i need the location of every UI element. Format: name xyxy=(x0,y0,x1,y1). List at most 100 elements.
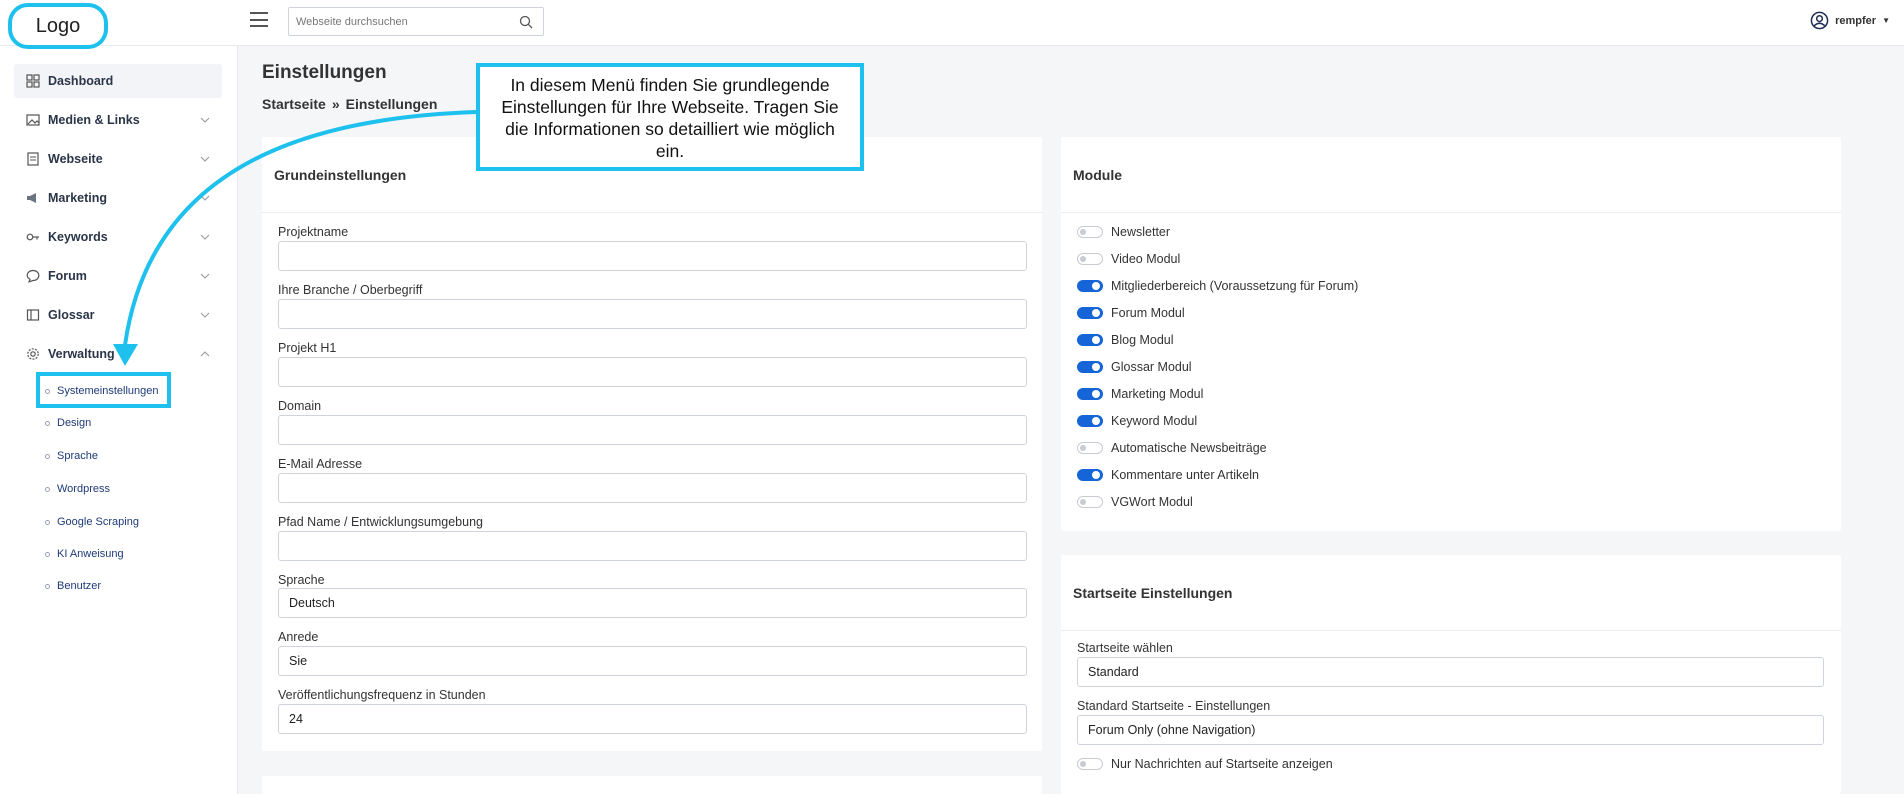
key-icon xyxy=(26,233,39,241)
bullet-icon xyxy=(45,583,50,589)
nur-nachrichten-toggle[interactable] xyxy=(1077,758,1103,770)
chat-icon xyxy=(26,269,40,283)
toggle-label: Glossar Modul xyxy=(1111,360,1192,374)
page-icon xyxy=(27,152,39,166)
sidebar-item-medien[interactable]: Medien & Links xyxy=(14,103,222,137)
toggle-label: VGWort Modul xyxy=(1111,495,1193,509)
toggle-label: Mitgliederbereich (Voraussetzung für For… xyxy=(1111,279,1359,293)
sidebar-subitem-label: Design xyxy=(57,417,92,429)
sidebar-item-label: Verwaltung xyxy=(48,347,115,361)
newsletter-toggle[interactable] xyxy=(1077,226,1103,238)
highlight-box xyxy=(36,372,171,408)
projekt-h1-input[interactable] xyxy=(278,357,1027,387)
sprache-select[interactable]: Deutsch xyxy=(278,588,1027,618)
sidebar-item-label: Dashboard xyxy=(48,74,114,88)
sidebar-item-forum[interactable]: Forum xyxy=(14,259,222,293)
user-avatar-icon xyxy=(1810,11,1829,30)
projektname-input[interactable] xyxy=(278,241,1027,271)
chevron-down-icon xyxy=(200,156,210,162)
vgwort-modul-toggle[interactable] xyxy=(1077,496,1103,508)
breadcrumb-link-startseite[interactable]: Startseite xyxy=(262,96,326,112)
search-icon[interactable] xyxy=(519,15,533,29)
domain-input[interactable] xyxy=(278,415,1027,445)
sidebar-item-glossar[interactable]: Glossar xyxy=(14,298,222,332)
sidebar-subitem-label: Sprache xyxy=(57,450,98,462)
field-label-projektname: Projektname xyxy=(278,225,349,239)
sidebar-item-verwaltung[interactable]: Verwaltung xyxy=(14,337,222,371)
keyword-modul-toggle[interactable] xyxy=(1077,415,1103,427)
sidebar-subitem-ki-anweisung[interactable]: KI Anweisung xyxy=(45,548,124,560)
sidebar-subitem-sprache[interactable]: Sprache xyxy=(45,450,98,462)
user-menu[interactable]: rempfer ▼ xyxy=(1810,11,1890,30)
logo[interactable]: Logo xyxy=(8,3,108,49)
callout-text: In diesem Menü finden Sie grundlegende E… xyxy=(501,75,839,161)
sidebar-item-label: Forum xyxy=(48,269,87,283)
blog-modul-toggle[interactable] xyxy=(1077,334,1103,346)
field-label-branche: Ihre Branche / Oberbegriff xyxy=(278,283,423,297)
sidebar: Dashboard Medien & Links Webseite Market… xyxy=(0,46,238,794)
page-title: Einstellungen xyxy=(262,62,387,83)
sidebar-subitem-label: Benutzer xyxy=(57,580,102,592)
frequenz-input[interactable]: 24 xyxy=(278,704,1027,734)
sidebar-subitem-label: Google Scraping xyxy=(57,516,139,528)
field-label-domain: Domain xyxy=(278,399,322,413)
mitgliederbereich-toggle[interactable] xyxy=(1077,280,1103,292)
standard-startseite-select[interactable]: Forum Only (ohne Navigation) xyxy=(1077,715,1824,745)
glossar-modul-toggle[interactable] xyxy=(1077,361,1103,373)
next-card xyxy=(262,776,1042,794)
field-label-startseite: Startseite wählen xyxy=(1077,641,1173,655)
user-name: rempfer xyxy=(1835,14,1877,27)
branche-input[interactable] xyxy=(278,299,1027,329)
chevron-down-icon xyxy=(200,117,210,123)
sidebar-item-marketing[interactable]: Marketing xyxy=(14,181,222,215)
toggle-row-mitgliederbereich: Mitgliederbereich (Voraussetzung für For… xyxy=(1077,279,1358,293)
sidebar-item-label: Glossar xyxy=(48,308,95,322)
sidebar-subitem-design[interactable]: Design xyxy=(45,417,91,429)
menu-toggle-icon[interactable] xyxy=(250,12,268,27)
image-icon xyxy=(26,114,40,126)
sidebar-item-keywords[interactable]: Keywords xyxy=(14,220,222,254)
chevron-down-icon xyxy=(200,273,210,279)
anrede-select[interactable]: Sie xyxy=(278,646,1027,676)
sidebar-subitem-wordpress[interactable]: Wordpress xyxy=(45,483,110,495)
toggle-row-newsbeitraege: Automatische Newsbeiträge xyxy=(1077,441,1267,455)
forum-modul-toggle[interactable] xyxy=(1077,307,1103,319)
newsbeitraege-toggle[interactable] xyxy=(1077,442,1103,454)
toggle-label: Newsletter xyxy=(1111,225,1171,239)
toggle-row-vgwort: VGWort Modul xyxy=(1077,495,1193,509)
search-input[interactable] xyxy=(289,8,509,35)
toggle-label: Video Modul xyxy=(1111,252,1181,266)
breadcrumb: Startseite » Einstellungen xyxy=(262,96,437,112)
field-label-sprache: Sprache xyxy=(278,573,325,587)
chevron-down-icon xyxy=(200,195,210,201)
email-input[interactable] xyxy=(278,473,1027,503)
startseite-select[interactable]: Standard xyxy=(1077,657,1824,687)
toggle-row-forum: Forum Modul xyxy=(1077,306,1185,320)
gear-icon xyxy=(27,348,39,360)
sidebar-item-dashboard[interactable]: Dashboard xyxy=(14,64,222,98)
card-title: Startseite Einstellungen xyxy=(1061,555,1841,631)
toggle-row-nur-nachrichten: Nur Nachrichten auf Startseite anzeigen xyxy=(1077,757,1333,771)
bullet-icon xyxy=(45,551,50,557)
bullet-icon xyxy=(45,420,50,426)
toggle-row-blog: Blog Modul xyxy=(1077,333,1174,347)
toggle-label: Nur Nachrichten auf Startseite anzeigen xyxy=(1111,757,1333,771)
field-label-pfad: Pfad Name / Entwicklungsumgebung xyxy=(278,515,483,529)
grundeinstellungen-card: Grundeinstellungen Projektname Ihre Bran… xyxy=(262,137,1042,751)
sidebar-item-webseite[interactable]: Webseite xyxy=(14,142,222,176)
marketing-modul-toggle[interactable] xyxy=(1077,388,1103,400)
bullet-icon xyxy=(45,519,50,525)
module-card: Module Newsletter Video Modul Mitglieder… xyxy=(1061,137,1841,531)
field-label-email: E-Mail Adresse xyxy=(278,457,363,471)
kommentare-toggle[interactable] xyxy=(1077,469,1103,481)
toggle-label: Marketing Modul xyxy=(1111,387,1204,401)
sidebar-subitem-google-scraping[interactable]: Google Scraping xyxy=(45,516,139,528)
field-label-anrede: Anrede xyxy=(278,630,319,644)
video-modul-toggle[interactable] xyxy=(1077,253,1103,265)
toggle-row-keyword: Keyword Modul xyxy=(1077,414,1197,428)
pfad-input[interactable] xyxy=(278,531,1027,561)
toggle-label: Keyword Modul xyxy=(1111,414,1198,428)
sidebar-subitem-benutzer[interactable]: Benutzer xyxy=(45,580,101,592)
search-box[interactable] xyxy=(288,7,544,36)
toggle-label: Forum Modul xyxy=(1111,306,1185,320)
